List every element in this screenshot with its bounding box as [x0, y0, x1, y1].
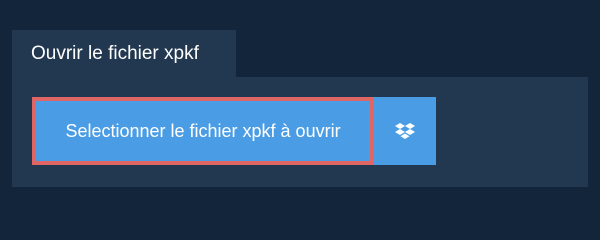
select-file-button[interactable]: Selectionner le fichier xpkf à ouvrir [32, 97, 374, 165]
upload-panel: Selectionner le fichier xpkf à ouvrir [12, 77, 588, 187]
tab-label: Ouvrir le fichier xpkf [31, 43, 199, 64]
select-file-button-label: Selectionner le fichier xpkf à ouvrir [65, 120, 341, 141]
tab-open-file[interactable]: Ouvrir le fichier xpkf [12, 30, 236, 77]
dropbox-button[interactable] [374, 97, 436, 165]
app-root: Ouvrir le fichier xpkf Selectionner le f… [0, 0, 600, 230]
dropbox-icon [395, 122, 415, 140]
